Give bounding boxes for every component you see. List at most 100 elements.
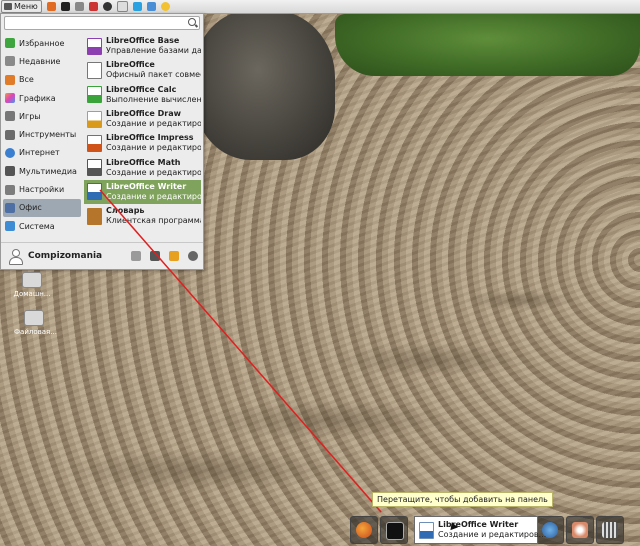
wallpaper-rock bbox=[195, 10, 335, 160]
smile-icon[interactable] bbox=[160, 2, 170, 11]
search-input[interactable] bbox=[4, 16, 200, 30]
libreoffice-calc-icon bbox=[87, 86, 102, 104]
category-games[interactable]: Игры bbox=[3, 107, 81, 125]
app-name: LibreOffice Writer bbox=[106, 181, 187, 191]
taskbar-eye[interactable] bbox=[566, 516, 594, 544]
desktop-icon-drive[interactable]: Файловая... bbox=[14, 310, 57, 336]
files-icon[interactable] bbox=[74, 2, 84, 11]
category-label: Избранное bbox=[19, 38, 65, 48]
app-item-libreoffice-draw[interactable]: LibreOffice DrawСоздание и редактиров... bbox=[84, 107, 201, 131]
eye-icon bbox=[572, 522, 588, 538]
app-name: Словарь bbox=[106, 206, 145, 216]
menu-footer: Compizomania bbox=[1, 242, 203, 269]
mail-icon[interactable] bbox=[146, 2, 156, 11]
games-icon bbox=[5, 111, 15, 122]
terminal-icon[interactable] bbox=[60, 2, 70, 11]
screensaver-icon[interactable] bbox=[131, 251, 141, 261]
settings-icon bbox=[5, 184, 15, 195]
mixer-icon bbox=[602, 522, 618, 538]
app-description: Выполнение вычислен... bbox=[106, 94, 201, 104]
taskbar-terminal[interactable] bbox=[380, 516, 408, 544]
menu-icon bbox=[4, 3, 12, 10]
menu-button-label: Меню bbox=[14, 2, 38, 11]
category-label: Офис bbox=[19, 203, 42, 213]
shutdown-icon[interactable] bbox=[188, 251, 198, 261]
category-recent[interactable]: Недавние bbox=[3, 52, 81, 70]
folder-icon[interactable] bbox=[116, 1, 128, 12]
category-internet[interactable]: Интернет bbox=[3, 144, 81, 162]
internet-icon bbox=[5, 147, 15, 158]
recent-icon bbox=[5, 56, 15, 67]
logout-icon[interactable] bbox=[169, 251, 179, 261]
application-menu: Избранное Недавние Все Графика Игры Инст… bbox=[0, 13, 204, 270]
app-item-libreoffice-impress[interactable]: LibreOffice ImpressСоздание и редактиров… bbox=[84, 131, 201, 155]
app-item-libreoffice-base[interactable]: LibreOffice BaseУправление базами дан... bbox=[84, 34, 201, 58]
tools-icon bbox=[5, 129, 15, 140]
category-settings[interactable]: Настройки bbox=[3, 180, 81, 198]
category-label: Недавние bbox=[19, 56, 61, 66]
office-icon bbox=[5, 202, 15, 213]
graphics-icon bbox=[5, 93, 15, 104]
app-name: LibreOffice Draw bbox=[106, 109, 181, 119]
category-graphics[interactable]: Графика bbox=[3, 89, 81, 107]
app-name: LibreOffice Math bbox=[106, 157, 181, 167]
desktop-icon-label: Файловая... bbox=[14, 328, 57, 336]
home-folder-icon bbox=[22, 272, 42, 288]
libreoffice-base-icon bbox=[87, 37, 102, 55]
app-description: Офисный пакет совмес... bbox=[106, 70, 201, 80]
libreoffice-writer-icon bbox=[87, 183, 102, 201]
libreoffice-impress-icon bbox=[87, 134, 102, 152]
app-name: LibreOffice Base bbox=[106, 36, 180, 46]
libreoffice-icon bbox=[87, 61, 102, 79]
app-description: Создание и редактиров... bbox=[106, 167, 201, 177]
user-avatar-icon bbox=[8, 249, 23, 265]
wallpaper-moss bbox=[335, 14, 640, 76]
category-label: Настройки bbox=[19, 185, 65, 195]
drive-icon bbox=[24, 310, 44, 326]
category-label: Инструменты bbox=[19, 130, 77, 140]
firefox-icon[interactable] bbox=[46, 2, 56, 11]
favorites-icon bbox=[5, 38, 15, 49]
terminal-icon bbox=[386, 522, 404, 540]
multimedia-icon bbox=[5, 166, 15, 177]
app-item-libreoffice-writer[interactable]: LibreOffice WriterСоздание и редактиров.… bbox=[84, 179, 201, 205]
app-name: LibreOffice Impress bbox=[106, 133, 194, 143]
chromium-icon[interactable] bbox=[88, 2, 98, 11]
app-item-libreoffice-math[interactable]: LibreOffice MathСоздание и редактиров... bbox=[84, 155, 201, 179]
user-name: Compizomania bbox=[28, 251, 103, 261]
app-description: Создание и редактиров... bbox=[106, 119, 201, 129]
app-name: LibreOffice Calc bbox=[106, 84, 177, 94]
category-system[interactable]: Система bbox=[3, 217, 81, 235]
dragged-item-description: Создание и редактиров... bbox=[438, 530, 547, 539]
category-label: Система bbox=[19, 221, 55, 231]
category-favorites[interactable]: Избранное bbox=[3, 34, 81, 52]
dictionary-icon bbox=[87, 207, 102, 225]
category-list: Избранное Недавние Все Графика Игры Инст… bbox=[3, 34, 81, 235]
top-panel: Меню bbox=[0, 0, 640, 14]
search-icon bbox=[188, 18, 196, 26]
libreoffice-math-icon bbox=[87, 159, 102, 177]
category-label: Все bbox=[19, 75, 34, 85]
app-name: LibreOffice bbox=[106, 60, 155, 70]
app-item-dictionary[interactable]: СловарьКлиентская программа ... bbox=[84, 204, 201, 228]
dragged-launcher[interactable]: LibreOffice Writer Создание и редактиров… bbox=[414, 516, 546, 544]
libreoffice-writer-icon bbox=[419, 521, 434, 539]
app-list: LibreOffice BaseУправление базами дан...… bbox=[84, 34, 201, 228]
app-item-libreoffice-calc[interactable]: LibreOffice Calc Выполнение вычислен... bbox=[84, 83, 201, 107]
system-icon bbox=[5, 221, 15, 232]
category-office[interactable]: Офис bbox=[3, 198, 81, 217]
desktop-icon-label: Домашн... bbox=[13, 290, 51, 298]
category-multimedia[interactable]: Мультимедиа bbox=[3, 162, 81, 180]
taskbar-firefox[interactable] bbox=[350, 516, 378, 544]
settings-icon[interactable] bbox=[102, 2, 112, 11]
app-description: Создание и редактиров... bbox=[106, 191, 201, 201]
category-tools[interactable]: Инструменты bbox=[3, 125, 81, 143]
firefox-icon bbox=[356, 522, 372, 538]
menu-button[interactable]: Меню bbox=[1, 0, 42, 13]
app-item-libreoffice[interactable]: LibreOfficeОфисный пакет совмес... bbox=[84, 58, 201, 82]
category-all[interactable]: Все bbox=[3, 71, 81, 89]
lock-icon[interactable] bbox=[150, 251, 160, 261]
taskbar-mixer[interactable] bbox=[596, 516, 624, 544]
skype-icon[interactable] bbox=[132, 2, 142, 11]
desktop-icon-home[interactable]: Домашн... bbox=[12, 272, 52, 298]
